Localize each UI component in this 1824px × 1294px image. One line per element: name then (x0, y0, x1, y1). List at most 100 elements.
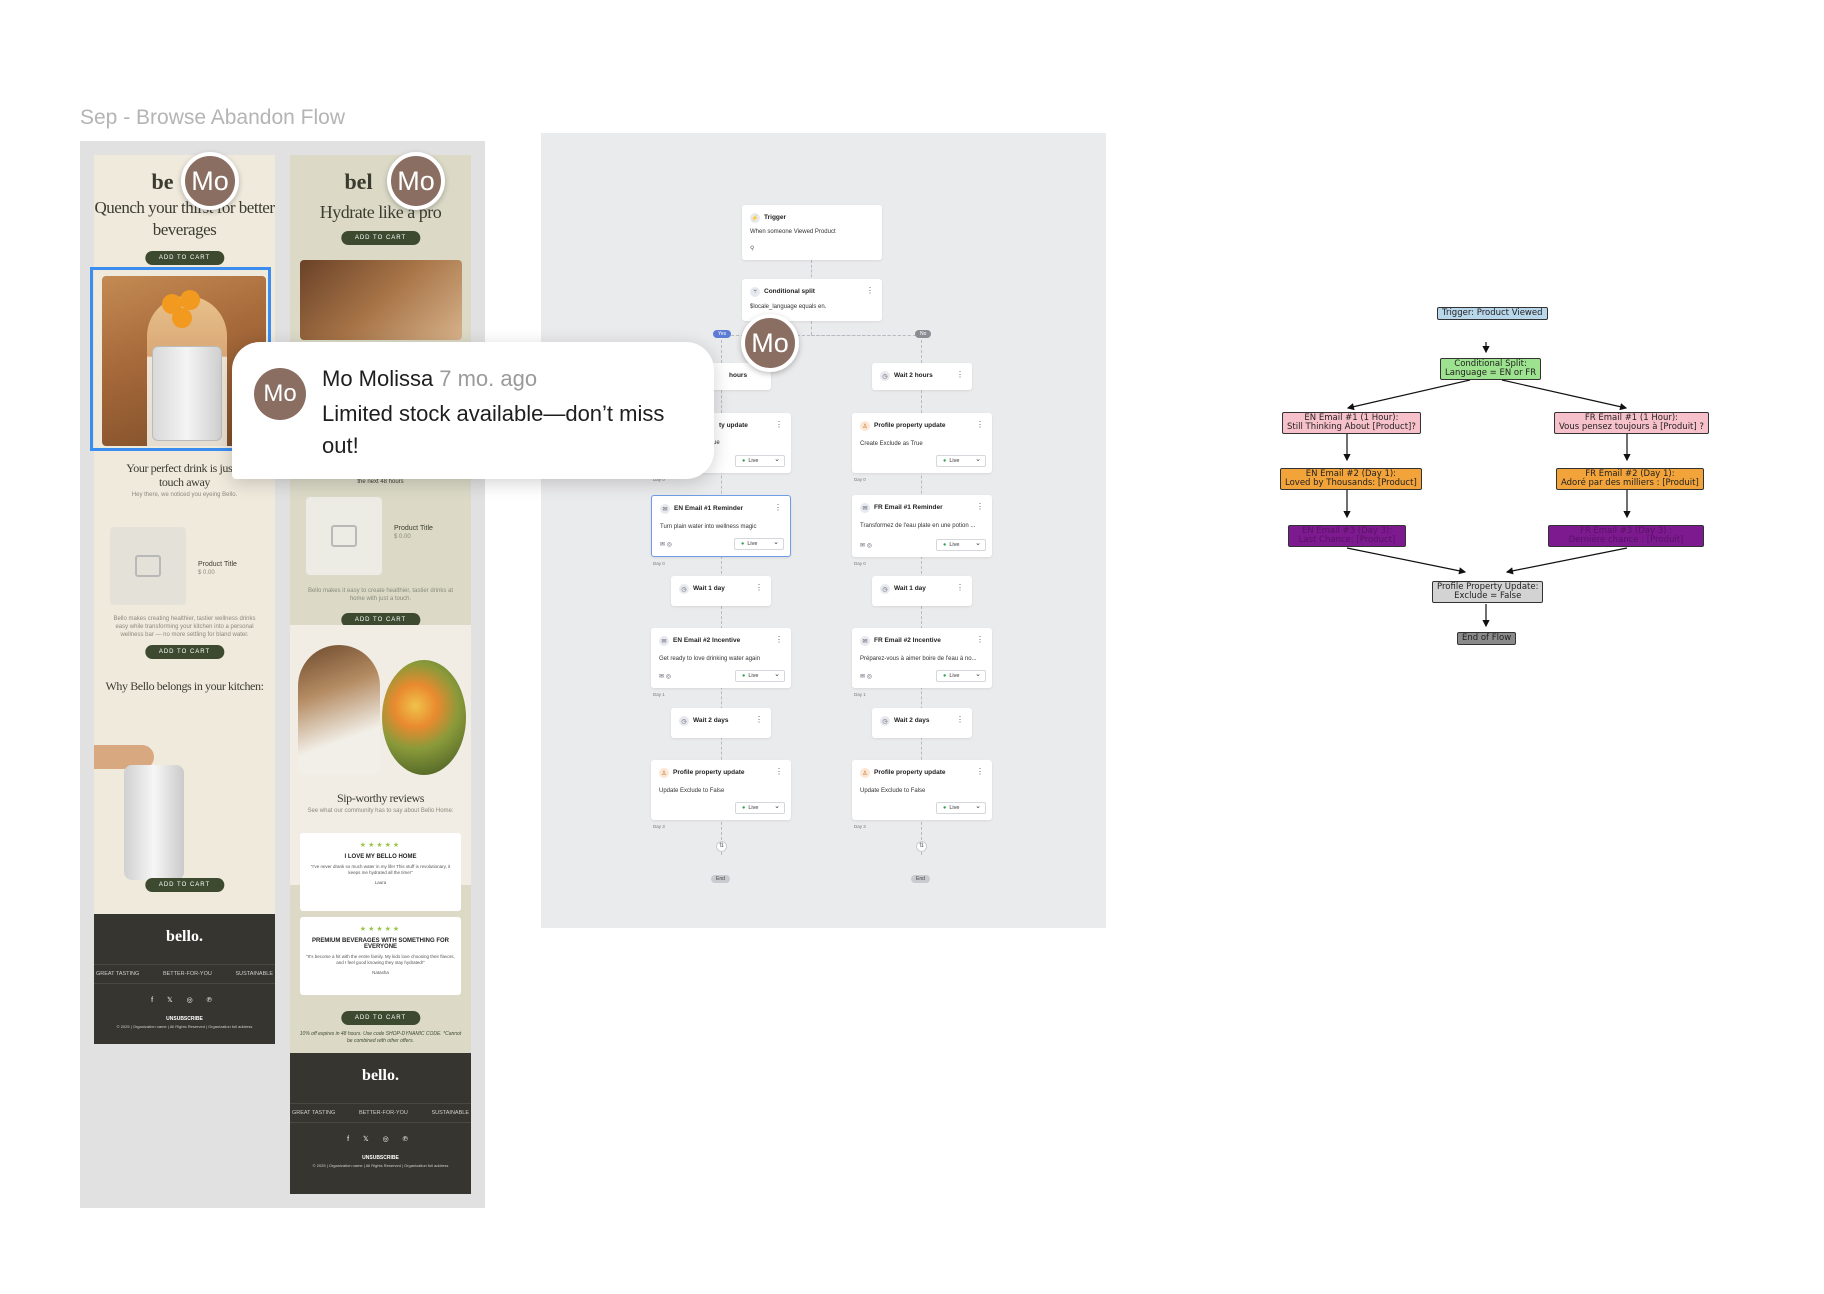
footer-copyright: © 2025 | Organization name | All Rights … (312, 1163, 449, 1168)
email-node-fr-1[interactable]: ✉ FR Email #1 Reminder ⋮ Transformez de … (852, 495, 992, 557)
comment-avatar[interactable]: Mo (741, 314, 799, 372)
clock-icon: ◷ (880, 716, 890, 726)
star-rating: ★★★★★ (359, 842, 402, 849)
product-card[interactable]: Product Title $ 0.00 (306, 497, 456, 577)
add-to-cart-button[interactable]: ADD TO CART (144, 645, 225, 659)
add-to-cart-button[interactable]: ADD TO CART (144, 251, 225, 265)
email-node-fr-2[interactable]: ✉ FR Email #2 Incentive ⋮ Préparez-vous … (852, 628, 992, 688)
day-label: Day 0 (854, 561, 866, 566)
add-to-cart-button[interactable]: ADD TO CART (340, 231, 421, 245)
node-description: Update Exclude to False (659, 788, 725, 794)
flow-diagram: Trigger: Product Viewed Conditional Spli… (1270, 300, 1710, 660)
footer-link[interactable]: SUSTAINABLE (432, 1110, 470, 1116)
status-dropdown[interactable]: Live (936, 670, 986, 682)
more-options-icon[interactable]: ⋮ (976, 767, 984, 776)
body-copy: Bello makes it easy to create healthier,… (307, 588, 454, 602)
more-options-icon[interactable]: ⋮ (775, 420, 783, 429)
comment-avatar[interactable]: Mo (181, 152, 239, 210)
channel-icons: ✉ ◎ (659, 674, 671, 680)
profile-update-node[interactable]: ♙ Profile property update ⋮ Update Exclu… (852, 760, 992, 820)
footer-link[interactable]: BETTER-FOR-YOU (163, 971, 212, 977)
diagram-trigger-node: Trigger: Product Viewed (1437, 307, 1548, 320)
trigger-node[interactable]: ⚡ Trigger When someone Viewed Product ⚲ (742, 205, 882, 260)
status-dropdown[interactable]: Live (735, 455, 785, 467)
flow-canvas[interactable]: ⚡ Trigger When someone Viewed Product ⚲ … (541, 133, 1106, 928)
node-description: Update Exclude to False (860, 788, 926, 794)
more-options-icon[interactable]: ⋮ (976, 502, 984, 511)
email-headline: Hydrate like a pro (319, 202, 442, 222)
more-options-icon[interactable]: ⋮ (956, 715, 964, 724)
node-description: ue (713, 440, 720, 446)
footer-link[interactable]: BETTER-FOR-YOU (359, 1110, 408, 1116)
node-title: hours (729, 372, 748, 379)
trigger-icon: ⚡ (750, 213, 760, 223)
footer-link[interactable]: GREAT TASTING (292, 1110, 335, 1116)
day-label: Day 0 (854, 477, 866, 482)
email-node-en-1[interactable]: ✉ EN Email #1 Reminder ⋮ Turn plain wate… (651, 495, 791, 557)
add-to-cart-button[interactable]: ADD TO CART (340, 1011, 421, 1025)
node-label: Exclude = False (1454, 591, 1522, 601)
social-icons[interactable]: f 𝕏 ◎ ℗ (290, 1135, 471, 1143)
status-dropdown[interactable]: Live (735, 670, 785, 682)
node-label: Vous pensez toujours à [Produit] ? (1559, 422, 1704, 432)
comment-avatar[interactable]: Mo (387, 152, 445, 210)
wait-node[interactable]: ◷ Wait 2 days ⋮ (872, 708, 972, 738)
image-placeholder-icon (110, 527, 186, 605)
diagram-end-node: End of Flow (1457, 632, 1517, 645)
no-branch-label: No (915, 330, 932, 338)
comment-author: Mo Molissa (322, 366, 434, 391)
email-footer: bello. GREAT TASTING BETTER-FOR-YOU SUST… (94, 914, 275, 1044)
review-title: PREMIUM BEVERAGES WITH SOMETHING FOR EVE… (311, 938, 449, 950)
more-options-icon[interactable]: ⋮ (774, 503, 782, 512)
footer-link[interactable]: GREAT TASTING (96, 971, 139, 977)
status-dropdown[interactable]: Live (936, 539, 986, 551)
more-options-icon[interactable]: ⋮ (775, 635, 783, 644)
diagram-en-email-2: EN Email #2 (Day 1): Loved by Thousands:… (1280, 468, 1422, 490)
add-to-cart-button[interactable]: ADD TO CART (144, 878, 225, 892)
node-title: FR Email #2 Incentive (874, 637, 941, 644)
status-dropdown[interactable]: Live (936, 802, 986, 814)
email-node-en-2[interactable]: ✉ EN Email #2 Incentive ⋮ Get ready to l… (651, 628, 791, 688)
node-title: Conditional split (764, 288, 815, 295)
unsubscribe-link[interactable]: UNSUBSCRIBE (290, 1155, 471, 1161)
status-dropdown[interactable]: Live (734, 538, 784, 550)
status-dropdown[interactable]: Live (735, 802, 785, 814)
more-options-icon[interactable]: ⋮ (956, 583, 964, 592)
more-options-icon[interactable]: ⋮ (775, 767, 783, 776)
more-options-icon[interactable]: ⋮ (976, 420, 984, 429)
more-options-icon[interactable]: ⋮ (956, 370, 964, 379)
more-options-icon[interactable]: ⋮ (976, 635, 984, 644)
comment-bubble[interactable]: Mo Mo Molissa 7 mo. ago Limited stock ava… (232, 342, 714, 479)
node-title: Wait 1 day (894, 585, 926, 592)
clock-icon: ◷ (880, 371, 890, 381)
more-options-icon[interactable]: ⋮ (866, 286, 874, 295)
exit-icon: ⇅ (916, 841, 927, 852)
social-icons[interactable]: f 𝕏 ◎ ℗ (94, 996, 275, 1004)
email-mockup-2[interactable]: bel Hydrate like a pro ADD TO CART the n… (290, 155, 471, 1194)
node-title: Trigger (764, 214, 787, 221)
product-card[interactable]: Product Title $ 0.00 (110, 527, 260, 607)
wait-node[interactable]: ◷ Wait 1 day ⋮ (872, 576, 972, 606)
status-dropdown[interactable]: Live (936, 455, 986, 467)
comment-time: 7 mo. ago (439, 366, 538, 391)
more-options-icon[interactable]: ⋮ (755, 715, 763, 724)
more-options-icon[interactable]: ⋮ (755, 583, 763, 592)
product-price: $ 0.00 (198, 570, 215, 576)
unsubscribe-link[interactable]: UNSUBSCRIBE (94, 1016, 275, 1022)
review-author: Natasha (372, 970, 389, 975)
clock-icon: ◷ (679, 716, 689, 726)
node-description: Create Exclude as True (860, 441, 923, 447)
section-heading: Why Bello belongs in your kitchen: (105, 679, 264, 693)
wait-node[interactable]: ◷ Wait 2 hours ⋮ (872, 363, 972, 390)
email-icon: ✉ (659, 636, 669, 646)
node-label: Loved by Thousands: [Product] (1285, 478, 1417, 488)
node-label: Still Thinking About [Product]? (1287, 422, 1416, 432)
star-rating: ★★★★★ (359, 926, 402, 933)
wait-node[interactable]: ◷ Wait 2 days ⋮ (671, 708, 771, 738)
footer-link[interactable]: SUSTAINABLE (236, 971, 274, 977)
node-description: Get ready to love drinking water again (659, 656, 761, 662)
review-card: ★★★★★ PREMIUM BEVERAGES WITH SOMETHING F… (300, 917, 461, 995)
wait-node[interactable]: ◷ Wait 1 day ⋮ (671, 576, 771, 606)
profile-update-node[interactable]: ♙ Profile property update ⋮ Update Exclu… (651, 760, 791, 820)
profile-update-node[interactable]: ♙ Profile property update ⋮ Create Exclu… (852, 413, 992, 473)
